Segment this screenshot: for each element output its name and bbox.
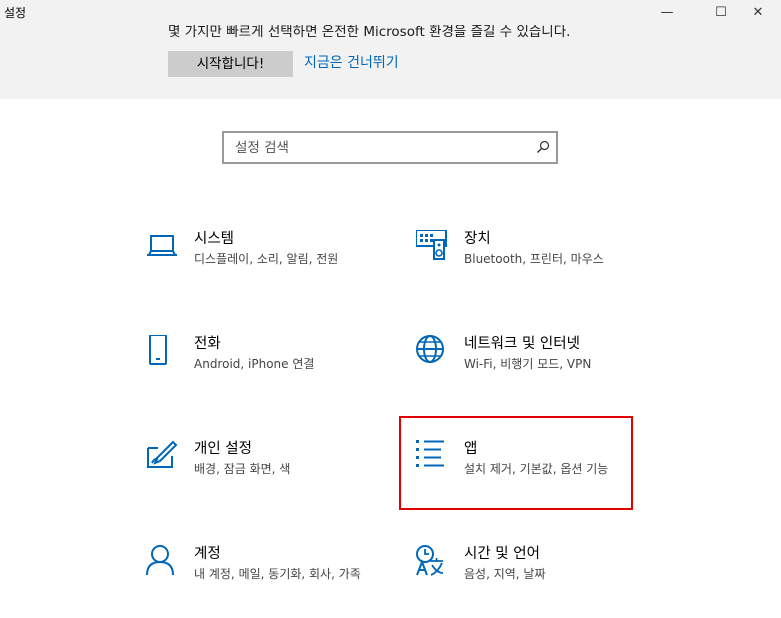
category-system[interactable]: 시스템 디스플레이, 소리, 알림, 전원 bbox=[146, 230, 376, 290]
start-button[interactable]: 시작합니다! bbox=[168, 51, 293, 77]
person-icon bbox=[146, 545, 174, 576]
setup-banner: 몇 가지만 빠르게 선택하면 온전한 Microsoft 환경을 즐길 수 있습… bbox=[0, 24, 781, 99]
category-title: 네트워크 및 인터넷 bbox=[464, 336, 580, 352]
apps-highlight-box bbox=[399, 416, 633, 510]
category-subtitle: 배경, 잠금 화면, 색 bbox=[194, 462, 291, 476]
close-button[interactable]: ✕ bbox=[735, 0, 781, 24]
category-devices[interactable]: 장치 Bluetooth, 프린터, 마우스 bbox=[416, 230, 646, 290]
banner-text: 몇 가지만 빠르게 선택하면 온전한 Microsoft 환경을 즐길 수 있습… bbox=[168, 25, 571, 39]
category-personalization[interactable]: 개인 설정 배경, 잠금 화면, 색 bbox=[146, 440, 376, 500]
category-subtitle: 디스플레이, 소리, 알림, 전원 bbox=[194, 252, 339, 266]
minimize-icon: — bbox=[660, 4, 674, 20]
category-subtitle: Wi-Fi, 비행기 모드, VPN bbox=[464, 357, 592, 371]
category-subtitle: Bluetooth, 프린터, 마우스 bbox=[464, 252, 604, 266]
close-icon: ✕ bbox=[752, 4, 764, 20]
search-box[interactable] bbox=[222, 131, 558, 164]
category-accounts[interactable]: 계정 내 계정, 메일, 동기화, 회사, 가족 bbox=[146, 545, 376, 605]
category-title: 개인 설정 bbox=[194, 441, 252, 457]
maximize-icon: ☐ bbox=[715, 4, 727, 20]
devices-icon bbox=[416, 230, 447, 260]
category-title: 시간 및 언어 bbox=[464, 546, 540, 562]
category-subtitle: 음성, 지역, 날짜 bbox=[464, 567, 546, 581]
window-title: 설정 bbox=[4, 6, 27, 20]
time-language-icon bbox=[416, 545, 444, 576]
personalization-icon bbox=[147, 440, 178, 468]
category-title: 전화 bbox=[194, 336, 221, 352]
category-time-language[interactable]: 시간 및 언어 음성, 지역, 날짜 bbox=[416, 545, 646, 605]
category-title: 장치 bbox=[464, 231, 491, 247]
category-network[interactable]: 네트워크 및 인터넷 Wi-Fi, 비행기 모드, VPN bbox=[416, 335, 646, 395]
minimize-button[interactable]: — bbox=[644, 0, 690, 24]
laptop-icon bbox=[147, 235, 177, 256]
phone-icon bbox=[149, 335, 167, 365]
category-phone[interactable]: 전화 Android, iPhone 연결 bbox=[146, 335, 376, 395]
globe-icon bbox=[416, 335, 444, 363]
title-bar: 설정 — ☐ ✕ bbox=[0, 0, 781, 24]
category-title: 시스템 bbox=[194, 231, 235, 247]
search-icon[interactable] bbox=[536, 140, 550, 154]
category-subtitle: 내 계정, 메일, 동기화, 회사, 가족 bbox=[194, 567, 361, 581]
category-title: 계정 bbox=[194, 546, 221, 562]
skip-link[interactable]: 지금은 건너뛰기 bbox=[304, 53, 399, 73]
search-input[interactable] bbox=[224, 133, 535, 162]
category-subtitle: Android, iPhone 연결 bbox=[194, 357, 315, 371]
